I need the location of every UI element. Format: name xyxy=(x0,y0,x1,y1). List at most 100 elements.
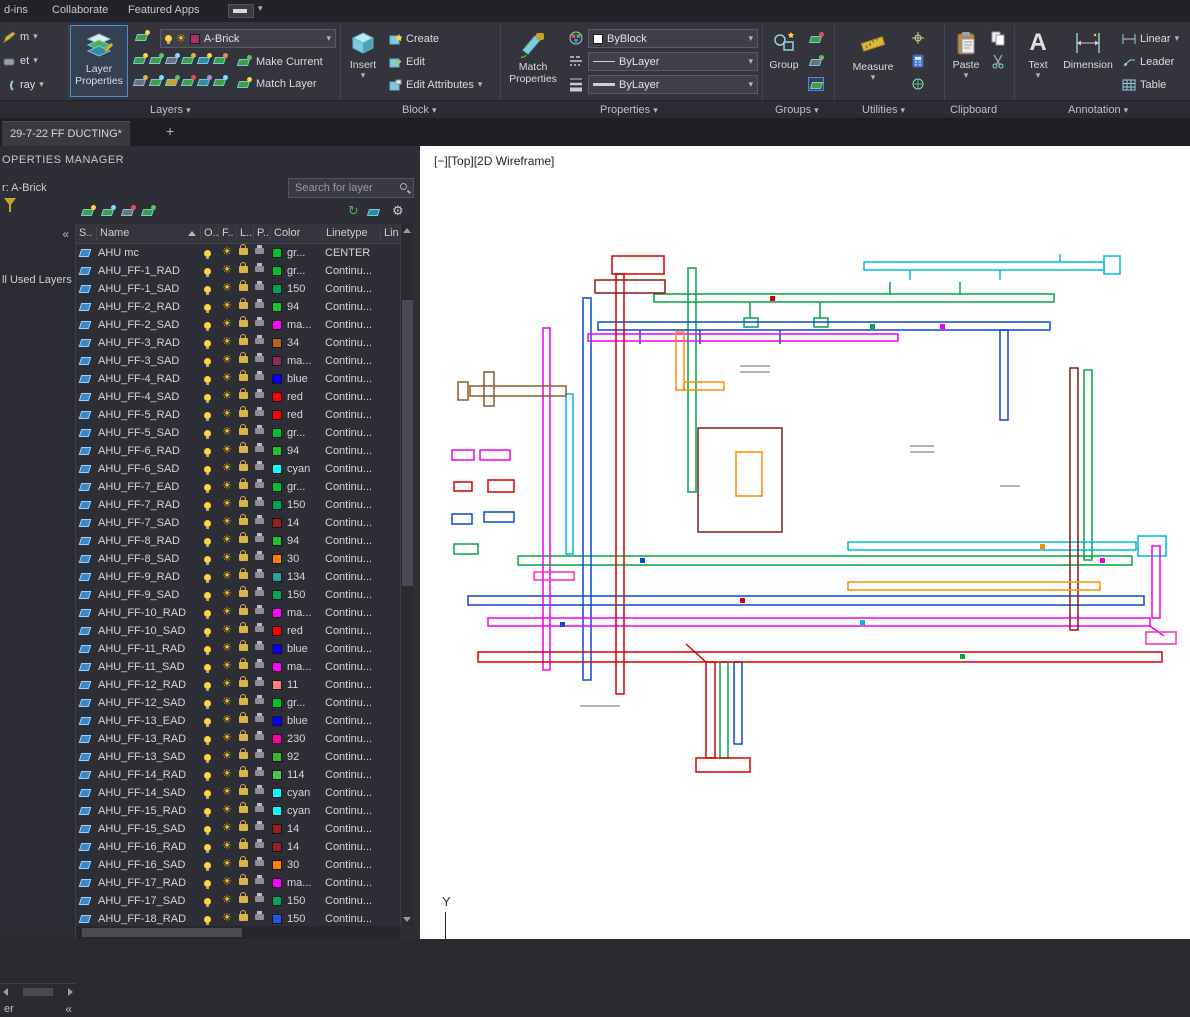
layer-row[interactable]: AHU_FF-14_RAD ☀ 114 Continu... xyxy=(76,766,400,784)
layer-color-swatch[interactable] xyxy=(272,824,282,834)
layer-lock-toggle[interactable] xyxy=(239,244,248,258)
layer-on-toggle[interactable] xyxy=(204,392,211,404)
layer-thaw-icon[interactable] xyxy=(212,53,228,67)
layer-row[interactable]: AHU_FF-13_EAD ☀ blue Continu... xyxy=(76,712,400,730)
layer-plot-toggle[interactable] xyxy=(255,281,264,293)
layer-color-swatch[interactable] xyxy=(272,752,282,762)
annotation-panel-label[interactable]: Annotation ▾ xyxy=(1068,104,1128,116)
layer-lock-toggle[interactable] xyxy=(239,424,248,438)
layer-on-toggle[interactable] xyxy=(204,500,211,512)
layer-on-toggle[interactable] xyxy=(204,698,211,710)
layer-on-toggle[interactable] xyxy=(204,590,211,602)
layer-linetype[interactable]: Continu... xyxy=(325,823,381,835)
layer-freeze-toggle[interactable]: ☀ xyxy=(222,570,232,581)
layer-row[interactable]: AHU_FF-16_RAD ☀ 14 Continu... xyxy=(76,838,400,856)
layer-color-swatch[interactable] xyxy=(272,266,282,276)
layer-freeze-toggle[interactable]: ☀ xyxy=(222,408,232,419)
layer-row[interactable]: AHU_FF-2_RAD ☀ 94 Continu... xyxy=(76,298,400,316)
layer-on-toggle[interactable] xyxy=(204,752,211,764)
layer-freeze-toggle[interactable]: ☀ xyxy=(222,768,232,779)
menu-collaborate[interactable]: Collaborate xyxy=(52,4,108,16)
match-properties-button[interactable]: Match Properties xyxy=(504,25,562,97)
layer-linetype[interactable]: Continu... xyxy=(325,427,381,439)
layer-linetype[interactable]: Continu... xyxy=(325,625,381,637)
layer-row[interactable]: AHU_FF-5_SAD ☀ gr... Continu... xyxy=(76,424,400,442)
menu-addins[interactable]: d-ins xyxy=(4,4,28,16)
layer-color-swatch[interactable] xyxy=(272,338,282,348)
layer-row[interactable]: AHU_FF-1_RAD ☀ gr... Continu... xyxy=(76,262,400,280)
layer-linetype[interactable]: Continu... xyxy=(325,463,381,475)
cut-tool-draw[interactable]: m ▾ xyxy=(2,28,38,46)
layer-plot-toggle[interactable] xyxy=(255,641,264,653)
col-lineweight[interactable]: Lin xyxy=(380,227,399,241)
layer-on-toggle[interactable] xyxy=(204,626,211,638)
properties-panel-label[interactable]: Properties ▾ xyxy=(600,104,658,116)
layer-on-toggle[interactable] xyxy=(204,428,211,440)
layer-color-swatch[interactable] xyxy=(272,878,282,888)
layer-linetype[interactable]: Continu... xyxy=(325,319,381,331)
layer-lock-toggle[interactable] xyxy=(239,604,248,618)
layer-linetype[interactable]: Continu... xyxy=(325,751,381,763)
create-block-button[interactable]: Create xyxy=(388,30,439,48)
layer-delete-icon[interactable] xyxy=(180,75,196,89)
layer-vp-freeze-icon[interactable] xyxy=(148,75,164,89)
layer-color-swatch[interactable] xyxy=(272,770,282,780)
layer-lock-toggle[interactable] xyxy=(239,820,248,834)
layer-freeze-toggle[interactable]: ☀ xyxy=(222,696,232,707)
layer-linetype[interactable]: Continu... xyxy=(325,571,381,583)
layer-color-swatch[interactable] xyxy=(272,590,282,600)
layer-freeze-toggle[interactable]: ☀ xyxy=(222,660,232,671)
layer-plot-toggle[interactable] xyxy=(255,587,264,599)
layer-row[interactable]: AHU_FF-8_SAD ☀ 30 Continu... xyxy=(76,550,400,568)
layer-color-swatch[interactable] xyxy=(272,374,282,384)
layer-lock-toggle[interactable] xyxy=(239,640,248,654)
layer-plot-toggle[interactable] xyxy=(255,839,264,851)
layer-plot-toggle[interactable] xyxy=(255,677,264,689)
match-layer-button[interactable]: Match Layer xyxy=(236,75,317,93)
layer-on-toggle[interactable] xyxy=(204,716,211,728)
layer-linetype[interactable]: Continu... xyxy=(325,553,381,565)
layer-state-icon[interactable] xyxy=(134,30,150,44)
col-lock[interactable]: L.. xyxy=(236,227,252,241)
scroll-left-icon[interactable] xyxy=(3,988,8,996)
layer-freeze-toggle[interactable]: ☀ xyxy=(222,282,232,293)
layer-lock-toggle[interactable] xyxy=(239,874,248,888)
layer-linetype[interactable]: Continu... xyxy=(325,679,381,691)
layer-color-swatch[interactable] xyxy=(272,320,282,330)
layer-on-toggle[interactable] xyxy=(204,536,211,548)
layer-freeze-toggle[interactable]: ☀ xyxy=(222,318,232,329)
layer-freeze-toggle[interactable]: ☀ xyxy=(222,354,232,365)
layer-lock-toggle[interactable] xyxy=(239,712,248,726)
search-input[interactable] xyxy=(288,178,414,198)
layer-linetype[interactable]: Continu... xyxy=(325,589,381,601)
layer-row[interactable]: AHU_FF-7_EAD ☀ gr... Continu... xyxy=(76,478,400,496)
leader-button[interactable]: Leader xyxy=(1122,53,1174,71)
layer-color-swatch[interactable] xyxy=(272,860,282,870)
layer-row[interactable]: AHU_FF-16_SAD ☀ 30 Continu... xyxy=(76,856,400,874)
hscroll-thumb[interactable] xyxy=(82,928,242,937)
quick-calc-icon[interactable] xyxy=(910,53,926,69)
layer-color-swatch[interactable] xyxy=(272,572,282,582)
layer-plot-toggle[interactable] xyxy=(255,299,264,311)
layer-on-toggle[interactable] xyxy=(204,824,211,836)
layer-row[interactable]: AHU_FF-15_RAD ☀ cyan Continu... xyxy=(76,802,400,820)
linear-button[interactable]: Linear ▾ xyxy=(1122,30,1179,48)
layer-color-swatch[interactable] xyxy=(272,734,282,744)
layer-color-swatch[interactable] xyxy=(272,248,282,258)
layer-lock-toggle[interactable] xyxy=(239,550,248,564)
layer-color-swatch[interactable] xyxy=(272,914,282,924)
layer-lock-toggle[interactable] xyxy=(239,910,248,924)
layer-plot-toggle[interactable] xyxy=(255,245,264,257)
layer-row[interactable]: AHU_FF-15_SAD ☀ 14 Continu... xyxy=(76,820,400,838)
col-status[interactable]: S.. xyxy=(76,227,92,241)
edit-attributes-button[interactable]: Edit Attributes ▾ xyxy=(388,76,482,94)
id-point-icon[interactable] xyxy=(910,30,926,46)
layer-plot-toggle[interactable] xyxy=(255,605,264,617)
layer-linetype[interactable]: Continu... xyxy=(325,517,381,529)
col-freeze[interactable]: F.. xyxy=(218,227,234,241)
express-tools-icon[interactable] xyxy=(228,4,254,18)
layer-on-toggle[interactable] xyxy=(204,356,211,368)
layer-color-swatch[interactable] xyxy=(272,608,282,618)
layer-freeze-toggle[interactable]: ☀ xyxy=(222,426,232,437)
layer-freeze-toggle[interactable]: ☀ xyxy=(222,552,232,563)
